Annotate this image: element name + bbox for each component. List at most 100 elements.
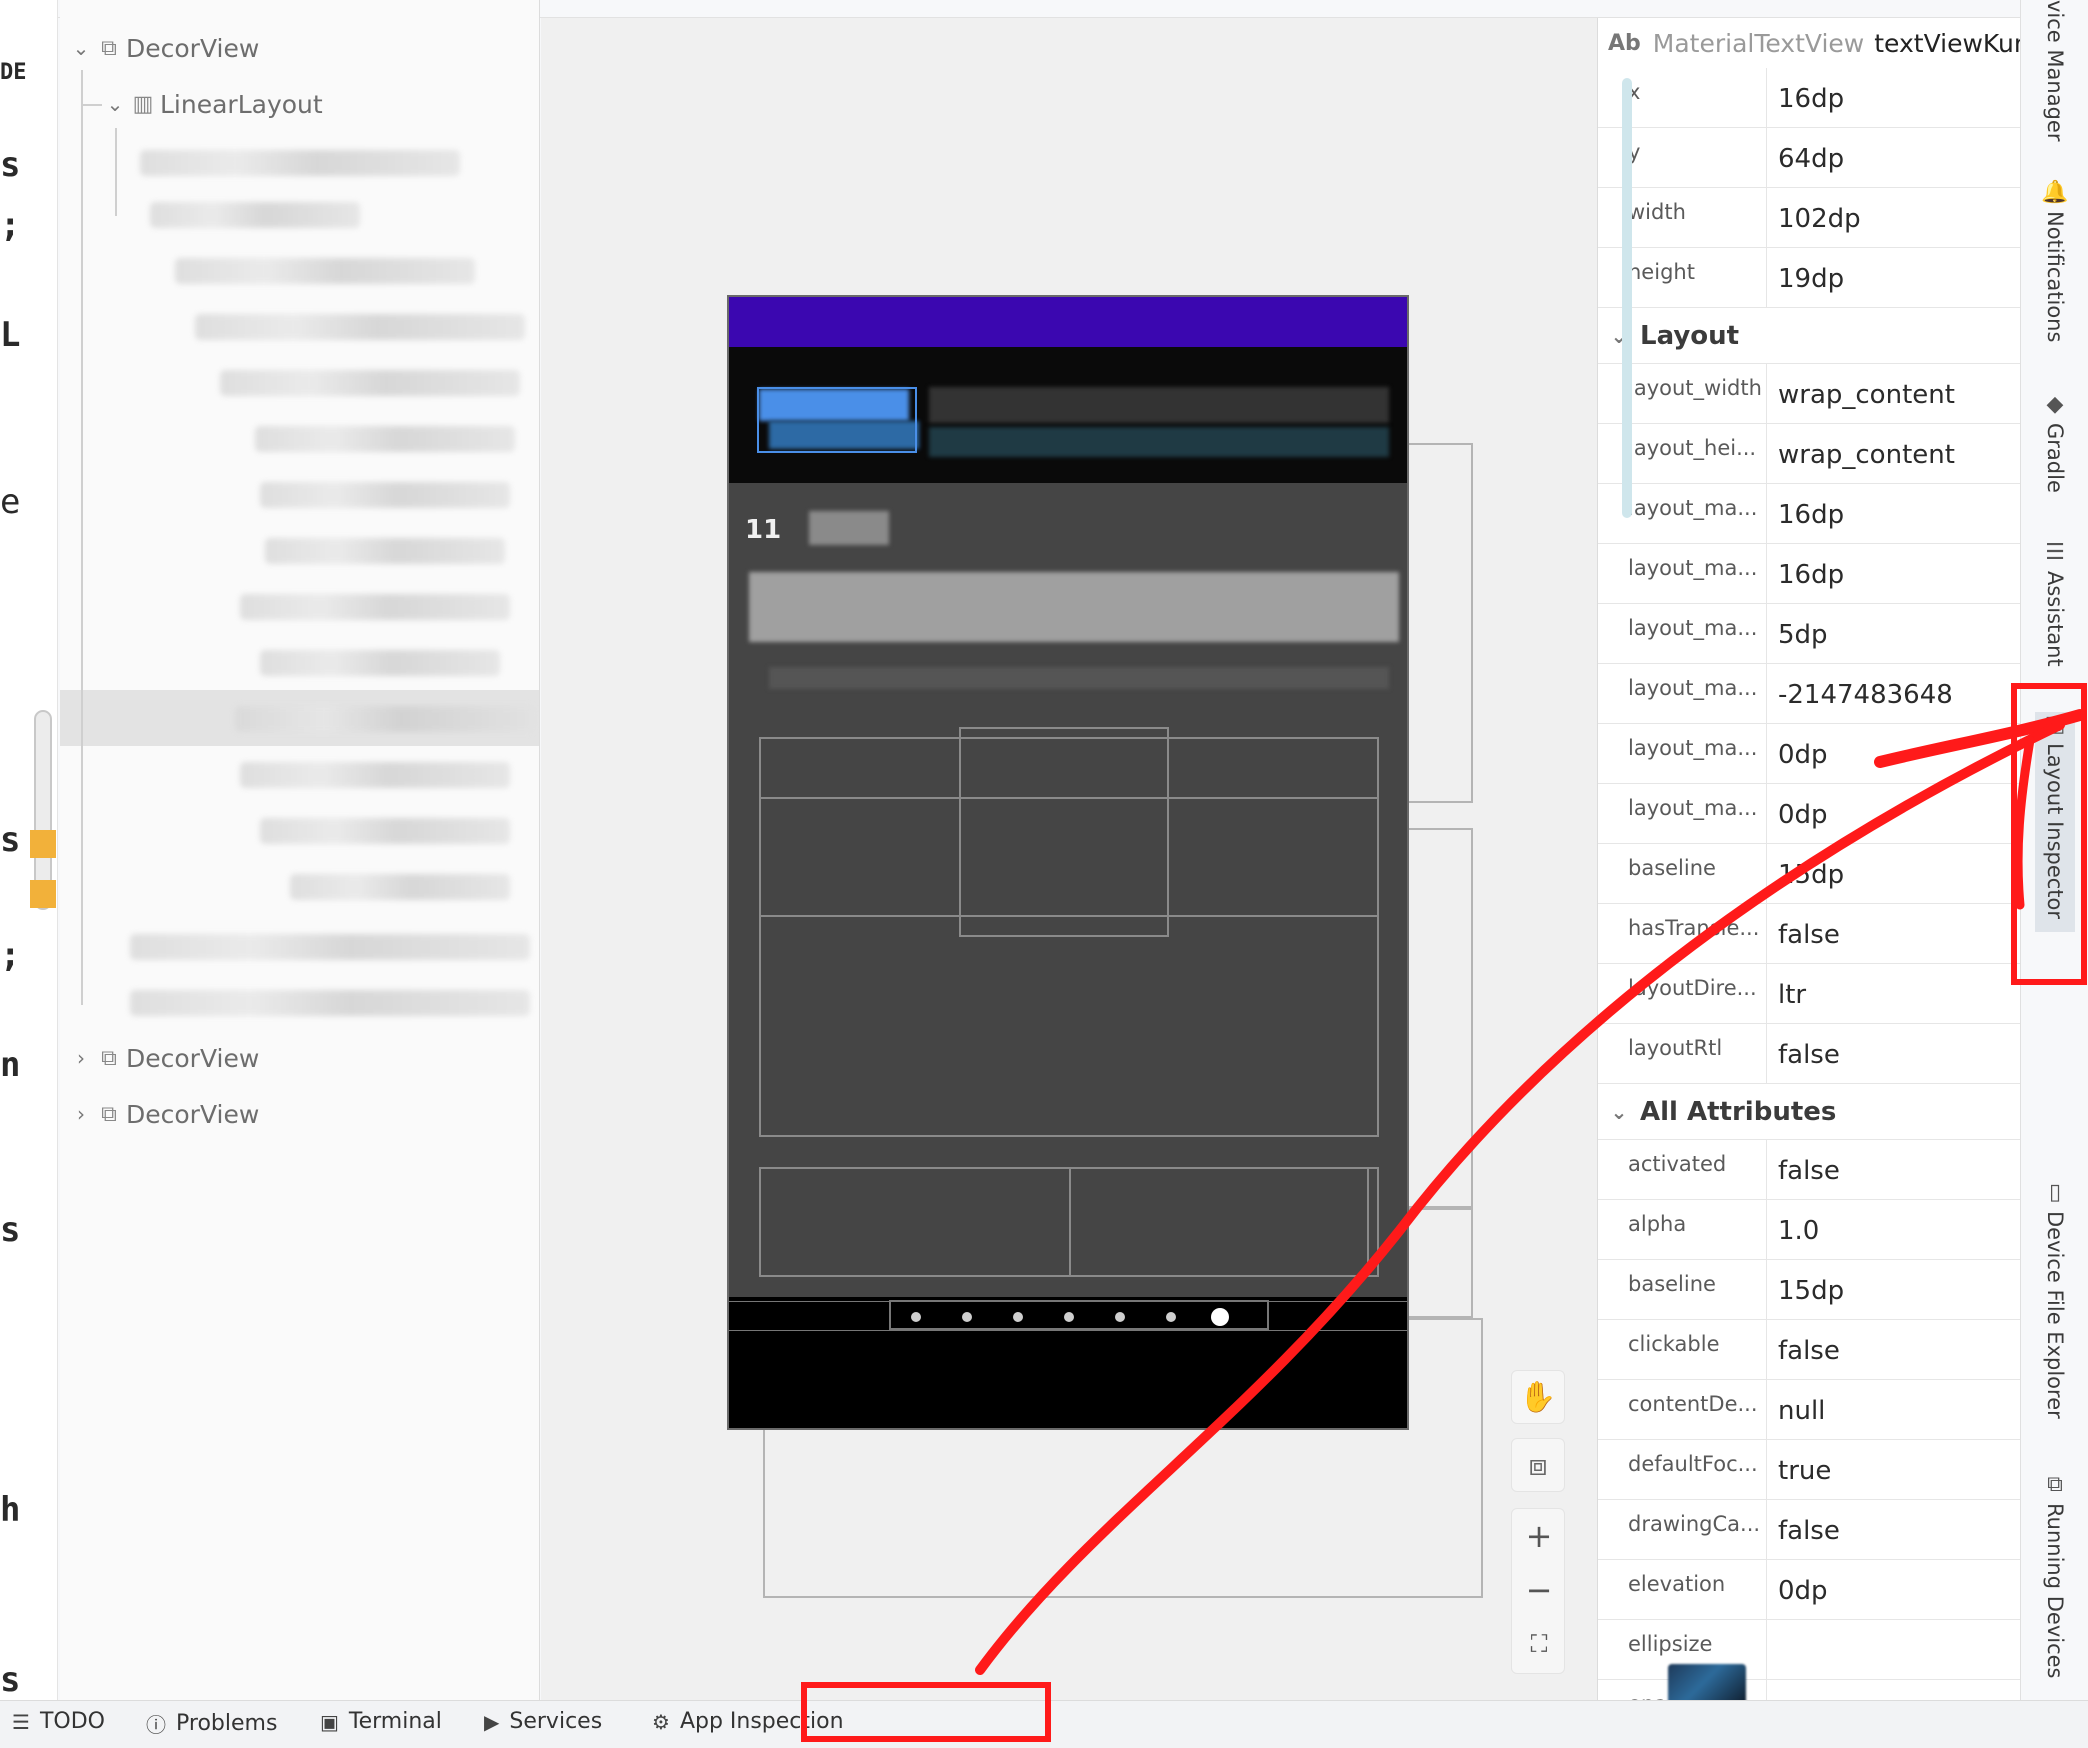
tree-node-obscured[interactable] (130, 934, 530, 960)
chevron-down-icon[interactable]: ⌄ (70, 36, 92, 60)
attribute-value[interactable]: null (1778, 1396, 1825, 1426)
layers-icon[interactable]: ⧈ (1511, 1438, 1565, 1492)
fit-screen-icon[interactable]: ⛶ (1512, 1617, 1566, 1671)
attribute-row[interactable]: layout_ma... 16dp (1598, 484, 2020, 544)
tab-assistant[interactable]: ☰ Assistant (2035, 540, 2075, 667)
indicator-dot[interactable] (1064, 1312, 1074, 1322)
tree-node-obscured[interactable] (260, 482, 510, 508)
chevron-down-icon[interactable]: ⌄ (1598, 1100, 1640, 1124)
attribute-value[interactable]: false (1778, 1336, 1840, 1366)
tree-node-obscured[interactable] (260, 818, 510, 844)
chevron-right-icon[interactable]: › (70, 1102, 92, 1126)
attribute-row[interactable]: clickable false (1598, 1320, 2020, 1380)
attribute-row[interactable]: y 64dp (1598, 128, 2020, 188)
indicator-dot[interactable] (911, 1312, 921, 1322)
attribute-row[interactable]: baseline 15dp (1598, 1260, 2020, 1320)
indicator-dot[interactable] (1166, 1312, 1176, 1322)
editor-warning-marker[interactable] (30, 880, 56, 908)
attribute-row[interactable]: ena...true (1598, 1680, 2020, 1700)
page-indicator[interactable] (729, 1300, 1407, 1331)
tab-gradle[interactable]: ◆ Gradle (2035, 392, 2075, 493)
tab-problems[interactable]: ⓘ Problems (146, 1709, 277, 1738)
indicator-dot[interactable] (962, 1312, 972, 1322)
tree-node-obscured[interactable] (255, 426, 515, 452)
attribute-value[interactable]: true (1778, 1456, 1831, 1486)
tree-node-obscured[interactable] (220, 370, 520, 396)
attribute-row[interactable]: height 19dp (1598, 248, 2020, 308)
attribute-row[interactable]: baseline 15dp (1598, 844, 2020, 904)
device-preview[interactable]: 11 (727, 295, 1409, 1430)
tree-node-obscured[interactable] (140, 150, 460, 176)
attribute-row[interactable]: layoutDire... ltr (1598, 964, 2020, 1024)
tree-node-obscured[interactable] (235, 706, 535, 732)
attribute-value[interactable]: wrap_content (1778, 380, 1955, 410)
attribute-value[interactable]: 15dp (1778, 860, 1844, 890)
attribute-value[interactable]: -2147483648 (1778, 680, 1953, 710)
layout-canvas[interactable]: 11 ✋ ⧈ + − ⛶ (541, 18, 1597, 1700)
attribute-value[interactable]: 64dp (1778, 144, 1844, 174)
attribute-value[interactable]: 16dp (1778, 84, 1844, 114)
attribute-row[interactable]: layout_hei... wrap_content (1598, 424, 2020, 484)
attribute-value[interactable]: 102dp (1778, 204, 1861, 234)
tab-app-inspection[interactable]: ⚙ App Inspection (652, 1709, 844, 1734)
tree-node-obscured[interactable] (260, 650, 500, 676)
zoom-in-icon[interactable]: + (1512, 1509, 1566, 1563)
attribute-value[interactable]: 5dp (1778, 620, 1828, 650)
obscured-button[interactable] (749, 572, 1399, 642)
attribute-row[interactable]: defaultFoc... true (1598, 1440, 2020, 1500)
attribute-row[interactable]: width 102dp (1598, 188, 2020, 248)
attribute-row[interactable]: drawingCa... false (1598, 1500, 2020, 1560)
tab-todo[interactable]: ☰ TODO (12, 1709, 105, 1734)
attribute-value[interactable]: 16dp (1778, 500, 1844, 530)
editor-warning-marker[interactable] (30, 830, 56, 858)
attribute-row[interactable]: layout_ma... 0dp (1598, 784, 2020, 844)
attribute-row[interactable]: layout_ma... -2147483648 (1598, 664, 2020, 724)
attribute-value[interactable]: 0dp (1778, 1576, 1828, 1606)
section-all-attributes[interactable]: ⌄ All Attributes (1598, 1084, 2020, 1140)
tree-node-decorview[interactable]: ⌄ ⧉ DecorView (70, 28, 260, 68)
tab-device-manager[interactable]: vice Manager (2035, 0, 2075, 141)
tree-node-obscured[interactable] (130, 990, 530, 1016)
tree-node-obscured[interactable] (240, 594, 510, 620)
tab-notifications[interactable]: 🔔 Notifications (2035, 180, 2075, 342)
attribute-row[interactable]: contentDe... null (1598, 1380, 2020, 1440)
tree-node-obscured[interactable] (150, 202, 360, 228)
tree-node-obscured[interactable] (195, 314, 525, 340)
code-editor-edge[interactable]: DE s ; L e s ; n s h s (0, 0, 58, 1700)
attributes-scrollbar[interactable] (1622, 78, 1632, 518)
attribute-row[interactable]: x 16dp (1598, 68, 2020, 128)
tab-layout-inspector[interactable]: ▣ Layout Inspector (2035, 712, 2075, 932)
chevron-right-icon[interactable]: › (70, 1046, 92, 1070)
attribute-row[interactable]: activated false (1598, 1140, 2020, 1200)
attribute-value[interactable]: false (1778, 1040, 1840, 1070)
zoom-out-icon[interactable]: − (1512, 1563, 1566, 1617)
attribute-value[interactable]: false (1778, 920, 1840, 950)
chevron-down-icon[interactable]: ⌄ (1598, 324, 1640, 348)
attribute-value[interactable]: 16dp (1778, 560, 1844, 590)
attribute-value[interactable]: 15dp (1778, 1276, 1844, 1306)
attribute-row[interactable]: layout_ma... 5dp (1598, 604, 2020, 664)
attribute-value[interactable]: wrap_content (1778, 440, 1955, 470)
tree-node-decorview[interactable]: › ⧉ DecorView (70, 1038, 259, 1078)
attribute-row[interactable]: layout_ma... 0dp (1598, 724, 2020, 784)
pan-hand-icon[interactable]: ✋ (1511, 1370, 1565, 1424)
tree-node-linearlayout[interactable]: ⌄ ▥ LinearLayout (104, 84, 323, 124)
tree-node-decorview[interactable]: › ⧉ DecorView (70, 1094, 259, 1134)
section-layout[interactable]: ⌄ Layout (1598, 308, 2020, 364)
attribute-value[interactable]: 1.0 (1778, 1216, 1819, 1246)
tab-device-file-explorer[interactable]: ▯ Device File Explorer (2035, 1180, 2075, 1419)
attribute-value[interactable]: false (1778, 1516, 1840, 1546)
chevron-down-icon[interactable]: ⌄ (104, 92, 126, 116)
attribute-value[interactable]: 19dp (1778, 264, 1844, 294)
attribute-row[interactable]: layoutRtl false (1598, 1024, 2020, 1084)
tree-node-obscured[interactable] (290, 874, 510, 900)
tab-services[interactable]: ▶ Services (484, 1709, 602, 1734)
indicator-dot-active[interactable] (1211, 1308, 1229, 1326)
tree-node-obscured[interactable] (240, 762, 510, 788)
attribute-value[interactable]: 0dp (1778, 800, 1828, 830)
attribute-row[interactable]: hasTransie... false (1598, 904, 2020, 964)
attribute-row[interactable]: ellipsize (1598, 1620, 2020, 1680)
tab-terminal[interactable]: ▣ Terminal (320, 1709, 442, 1734)
tree-node-obscured[interactable] (175, 258, 475, 284)
attribute-row[interactable]: elevation 0dp (1598, 1560, 2020, 1620)
